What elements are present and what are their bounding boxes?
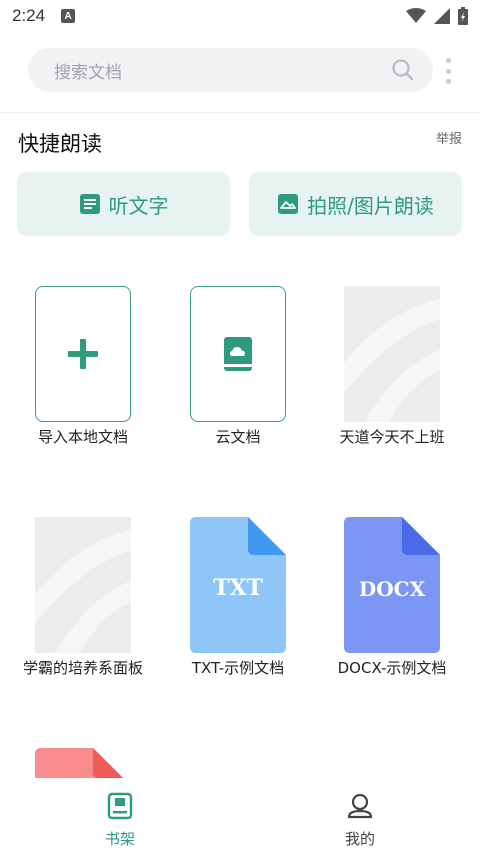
listen-text-label: 听文字: [108, 193, 169, 218]
book-title: 学霸的培养系面板: [22, 659, 143, 677]
book-docx-sample[interactable]: DOCX DOCX-示例文档: [327, 517, 457, 680]
book-cover: DOCX: [344, 517, 440, 653]
status-time: 2:24: [12, 6, 46, 25]
notification-icon: A: [61, 9, 76, 23]
more-menu-icon[interactable]: [444, 58, 452, 84]
bottom-nav: 书架 我的: [0, 778, 480, 853]
signal-icon: [434, 8, 450, 24]
book-title: TXT-示例文档: [191, 659, 285, 677]
book-cover: [35, 517, 131, 653]
battery-icon: [458, 7, 468, 25]
book-title: 导入本地文档: [37, 428, 128, 446]
section-title: 快捷朗读: [18, 132, 102, 156]
document-icon: [79, 194, 100, 214]
divider: [0, 112, 480, 113]
nav-mine[interactable]: 我的: [240, 778, 480, 853]
book-import-local[interactable]: 导入本地文档: [18, 286, 148, 449]
cover-placeholder-pattern: [344, 298, 440, 422]
nav-bookshelf[interactable]: 书架: [0, 778, 240, 853]
plus-icon: [68, 339, 98, 369]
nav-mine-label: 我的: [344, 830, 375, 848]
search-input[interactable]: 搜索文档: [28, 48, 433, 92]
book-title: DOCX-示例文档: [337, 659, 447, 677]
report-link[interactable]: 举报: [436, 128, 462, 147]
book-cover: [190, 286, 286, 422]
book-title: 云文档: [215, 428, 261, 446]
book-txt-sample[interactable]: TXT TXT-示例文档: [173, 517, 303, 680]
search-placeholder: 搜索文档: [54, 62, 122, 83]
book-cloud-docs[interactable]: 云文档: [173, 286, 303, 449]
search-icon[interactable]: [391, 58, 415, 82]
search-row: 搜索文档: [0, 46, 480, 96]
book-item[interactable]: 学霸的培养系面板: [18, 517, 148, 680]
cloud-book-icon: [224, 337, 252, 371]
status-bar: 2:24 A: [0, 0, 480, 32]
photo-read-label: 拍照/图片朗读: [307, 193, 434, 218]
listen-text-button[interactable]: 听文字: [17, 172, 230, 236]
book-title: 天道今天不上班: [339, 428, 445, 446]
book-item[interactable]: 天道今天不上班: [327, 286, 457, 449]
image-icon: [278, 194, 299, 214]
cover-placeholder-pattern: [35, 529, 131, 653]
docx-badge: DOCX: [358, 577, 426, 601]
photo-read-button[interactable]: 拍照/图片朗读: [249, 172, 462, 236]
book-cover: [344, 286, 440, 422]
wifi-icon: [406, 8, 426, 23]
book-cover: TXT: [190, 517, 286, 653]
nav-bookshelf-label: 书架: [104, 830, 135, 848]
profile-icon: [347, 793, 373, 819]
bookshelf-icon: [107, 792, 133, 820]
book-cover: [35, 286, 131, 422]
txt-badge: TXT: [213, 575, 263, 601]
